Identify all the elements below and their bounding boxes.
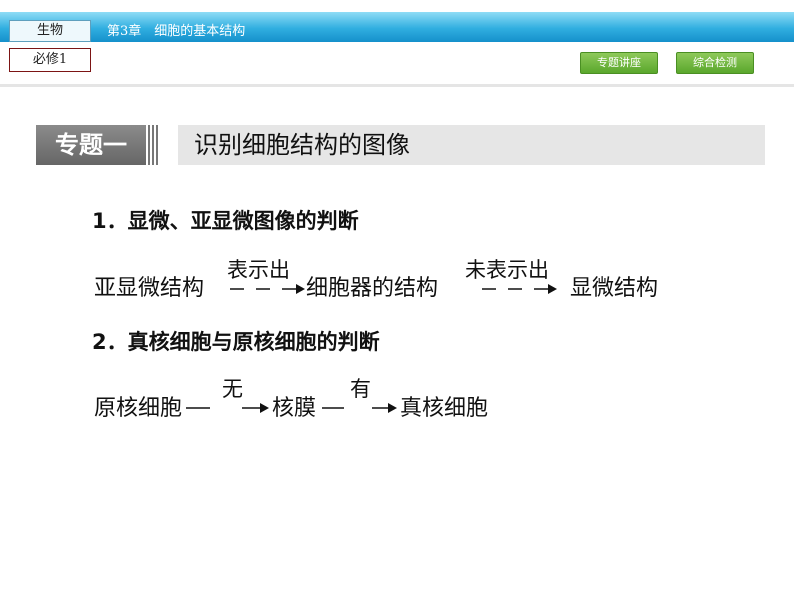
chapter-title: 第3章 细胞的基本结构: [107, 24, 246, 39]
section2-heading: 2．真核细胞与原核细胞的判断: [92, 330, 380, 354]
flow1-arrow1-icon: [230, 284, 305, 294]
flow1-end: 显微结构: [570, 276, 659, 301]
subject-label: 生物: [9, 20, 91, 42]
flow2-arrow1-label: 无: [222, 377, 243, 401]
topic-label: 专题一: [36, 125, 146, 165]
topic-title: 识别细胞结构的图像: [194, 131, 410, 159]
flow2-start: 原核细胞: [94, 396, 183, 421]
book-label: 必修1: [9, 48, 91, 72]
flow2-middle: 核膜: [272, 396, 317, 421]
flow1-arrow2-label: 未表示出: [465, 258, 549, 282]
flow2-arrow1-icon: [186, 403, 269, 413]
flow1-middle: 细胞器的结构: [306, 276, 439, 301]
section1-heading: 1．显微、亚显微图像的判断: [92, 209, 359, 233]
flow1-start: 亚显微结构: [94, 276, 205, 301]
header-divider: [0, 84, 794, 87]
flow2-arrow2-label: 有: [350, 377, 371, 401]
topic-separator-bars: [148, 125, 160, 165]
flow1-arrow2-icon: [482, 284, 557, 294]
flow2-end: 真核细胞: [400, 396, 489, 421]
topic-lecture-button[interactable]: 专题讲座: [580, 52, 658, 74]
flow1-arrow1-label: 表示出: [227, 258, 290, 282]
flow2-arrow2-icon: [322, 403, 397, 413]
comprehensive-test-button[interactable]: 综合检测: [676, 52, 754, 74]
